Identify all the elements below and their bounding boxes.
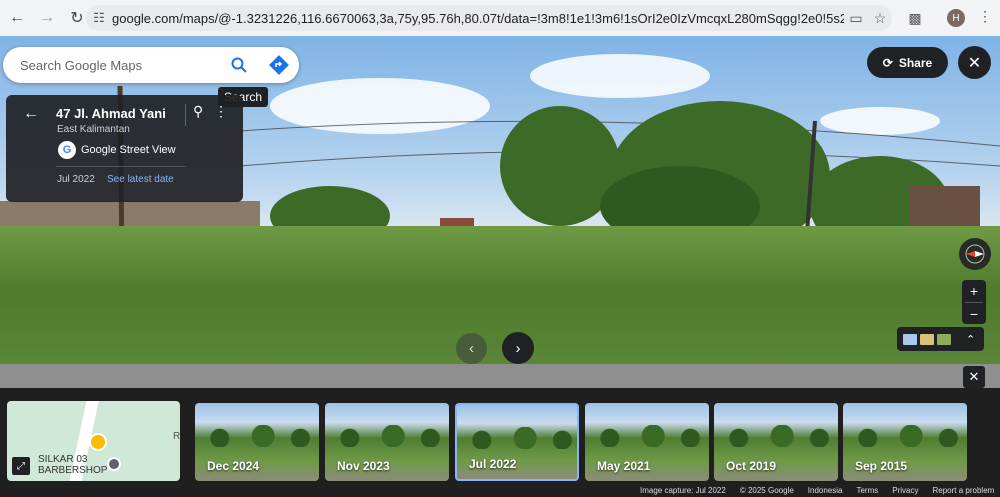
forward-icon[interactable]: → bbox=[34, 5, 60, 31]
timeline-thumb[interactable]: May 2021 bbox=[585, 403, 709, 481]
panorama-road bbox=[0, 364, 1000, 388]
minimap-edge-label: R bbox=[173, 431, 180, 442]
map-footer: Image capture: Jul 2022 © 2025 Google In… bbox=[640, 486, 1000, 497]
thumb-image bbox=[843, 425, 967, 447]
share-label: Share bbox=[898, 55, 933, 70]
source-label: Google Street View bbox=[81, 144, 176, 156]
thumb-image bbox=[325, 425, 449, 447]
share-icon: ⟳ bbox=[882, 55, 893, 70]
address-title: 47 Jl. Ahmad Yani bbox=[56, 106, 166, 121]
bookmark-star-icon[interactable]: ☆ bbox=[868, 10, 892, 27]
layers-control[interactable]: ⌃ bbox=[897, 327, 984, 351]
browser-toolbar: ← → ↻ ☷ google.com/maps/@-1.3231226,116.… bbox=[0, 0, 1000, 36]
nav-left-arrow-icon[interactable]: ‹ bbox=[456, 333, 487, 364]
street-view-panorama[interactable]: ‹ › bbox=[0, 36, 1000, 388]
privacy-link[interactable]: Privacy bbox=[892, 486, 918, 497]
poi-label: SILKAR 03 BARBERSHOP bbox=[38, 454, 108, 476]
search-box bbox=[3, 47, 299, 83]
chevron-up-icon[interactable]: ⌃ bbox=[966, 333, 975, 346]
more-options-icon[interactable]: ⋮ bbox=[214, 103, 228, 120]
profile-avatar[interactable]: H bbox=[947, 9, 965, 27]
timeline-thumb[interactable]: Sep 2015 bbox=[843, 403, 967, 481]
extensions-icon[interactable]: ▩ bbox=[905, 8, 925, 28]
browser-menu-icon[interactable]: ⋮ bbox=[978, 8, 992, 25]
minimap[interactable]: SILKAR 03 BARBERSHOP R ⤢ bbox=[7, 401, 180, 481]
region-label: East Kalimantan bbox=[57, 124, 130, 135]
layer-swatch-icon[interactable] bbox=[903, 333, 917, 345]
back-icon[interactable]: ← bbox=[4, 5, 30, 31]
timeline-thumb-selected[interactable]: Jul 2022 bbox=[455, 403, 579, 481]
install-app-icon[interactable]: ▭ bbox=[844, 10, 868, 27]
copyright: © 2025 Google bbox=[739, 486, 794, 495]
zoom-out-icon[interactable]: − bbox=[962, 303, 986, 325]
compass-icon[interactable] bbox=[959, 238, 991, 270]
back-arrow-icon[interactable]: ← bbox=[23, 105, 39, 123]
capture-info: Image capture: Jul 2022 bbox=[640, 486, 726, 495]
capture-date: Jul 2022 bbox=[57, 174, 95, 185]
country-link[interactable]: Indonesia bbox=[808, 486, 843, 497]
search-input[interactable] bbox=[20, 57, 220, 73]
thumb-image bbox=[195, 425, 319, 447]
google-logo-icon: G bbox=[58, 141, 76, 159]
divider bbox=[56, 166, 186, 167]
see-latest-date-link[interactable]: See latest date bbox=[107, 174, 174, 185]
directions-icon[interactable] bbox=[268, 54, 290, 76]
search-icon[interactable] bbox=[229, 55, 249, 75]
location-pin-icon[interactable]: ⚲ bbox=[193, 103, 203, 120]
share-button[interactable]: ⟳ Share bbox=[867, 47, 948, 78]
timeline-thumb[interactable]: Nov 2023 bbox=[325, 403, 449, 481]
street-view-pegman-icon bbox=[89, 433, 107, 451]
url-text[interactable]: google.com/maps/@-1.3231226,116.6670063,… bbox=[112, 11, 844, 26]
address-bar[interactable]: ☷ google.com/maps/@-1.3231226,116.667006… bbox=[86, 5, 892, 31]
report-link[interactable]: Report a problem bbox=[933, 486, 995, 497]
poi-marker-icon[interactable] bbox=[107, 457, 121, 471]
layer-swatch-icon[interactable] bbox=[920, 333, 934, 345]
zoom-in-icon[interactable]: + bbox=[962, 280, 986, 302]
location-card: ← 47 Jl. Ahmad Yani East Kalimantan ⚲ ⋮ … bbox=[6, 95, 243, 202]
layer-swatch-icon[interactable] bbox=[937, 333, 951, 345]
site-info-icon[interactable]: ☷ bbox=[86, 10, 112, 26]
divider bbox=[185, 104, 186, 126]
thumb-image bbox=[457, 427, 577, 449]
expand-map-icon[interactable]: ⤢ bbox=[12, 457, 30, 475]
close-timeline-icon[interactable]: ✕ bbox=[963, 366, 985, 388]
zoom-control: + − bbox=[962, 280, 986, 324]
thumb-image bbox=[585, 425, 709, 447]
timeline-thumb[interactable]: Oct 2019 bbox=[714, 403, 838, 481]
thumb-image bbox=[714, 425, 838, 447]
close-icon[interactable]: ✕ bbox=[958, 46, 991, 79]
timeline-thumb[interactable]: Dec 2024 bbox=[195, 403, 319, 481]
nav-right-arrow-icon[interactable]: › bbox=[502, 332, 534, 364]
terms-link[interactable]: Terms bbox=[856, 486, 878, 497]
